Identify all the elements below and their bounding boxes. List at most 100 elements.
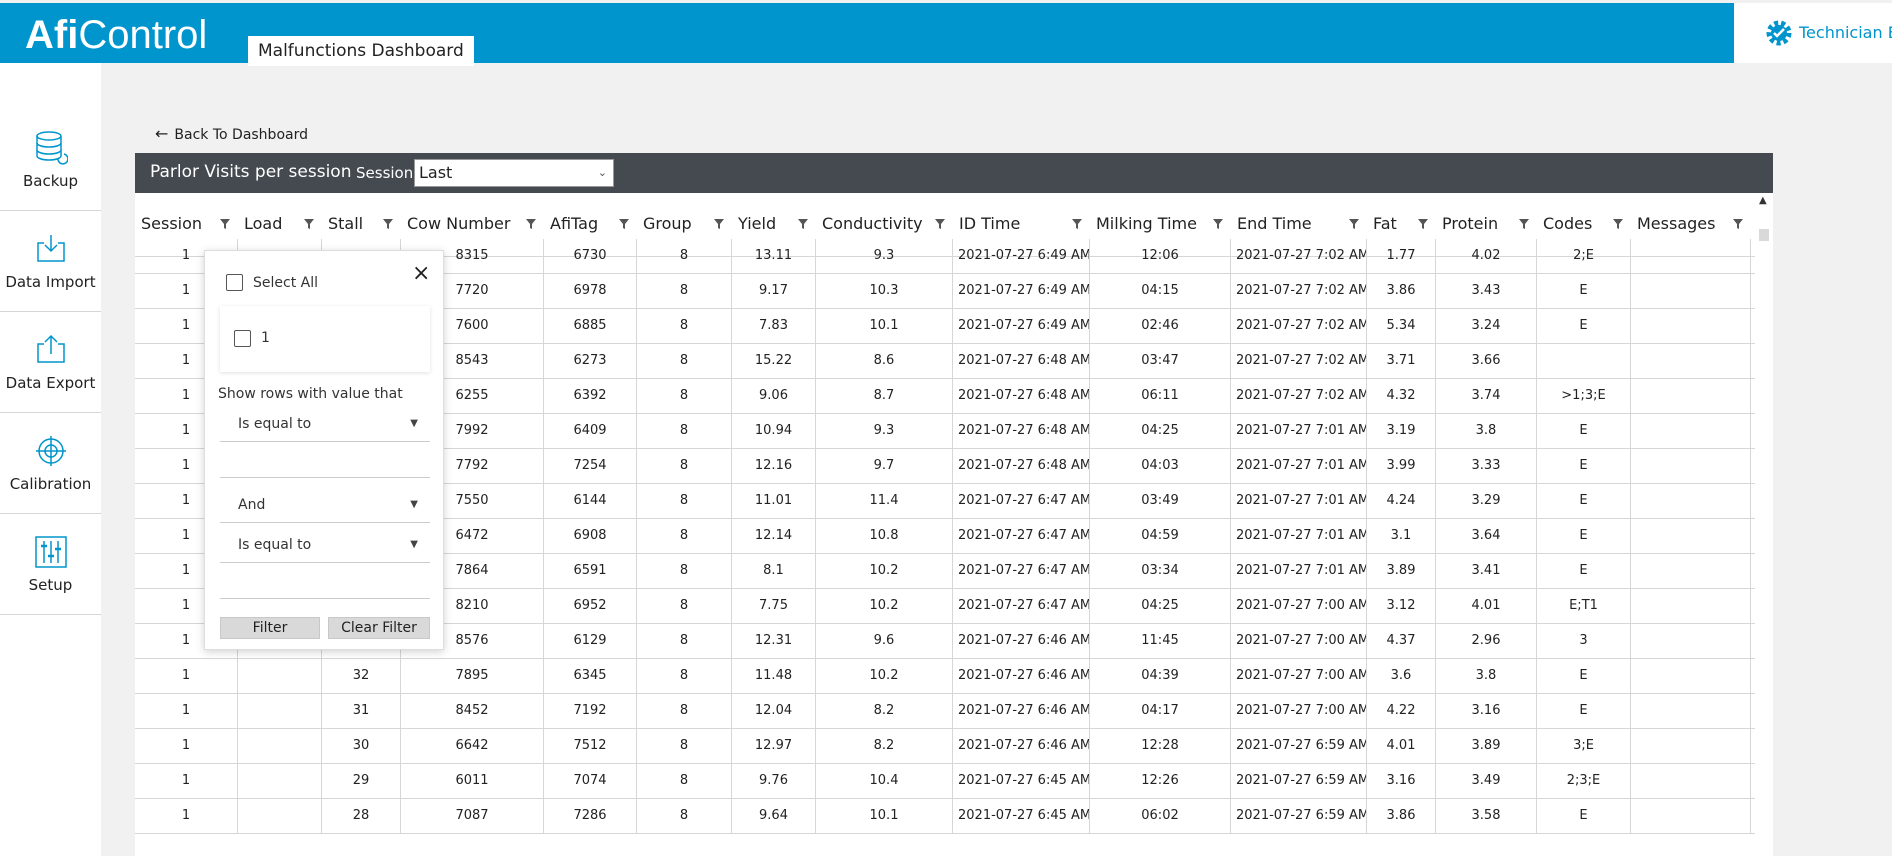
sidebar-item-data-import[interactable]: Data Import: [0, 211, 101, 312]
filter-button[interactable]: Filter: [220, 617, 320, 639]
table-cell: 2021-07-27 7:01 AM: [1231, 449, 1367, 484]
back-to-dashboard-link[interactable]: ← Back To Dashboard: [155, 124, 308, 143]
table-row[interactable]: 1 29 6011 7074 8 9.76 10.4 2021-07-27 6:45 AM 12…: [135, 764, 1755, 799]
table-row[interactable]: 1 32 7895 6345 8 11.48 10.2 2021-07-27 6:46 AM 0…: [135, 659, 1755, 694]
panel-title: Parlor Visits per session: [150, 162, 352, 182]
table-cell: [1537, 344, 1631, 379]
table-cell: 3.33: [1436, 449, 1537, 484]
table-cell: 1: [135, 764, 238, 799]
filter-icon[interactable]: [798, 219, 808, 229]
caret-down-icon: ▼: [410, 539, 418, 550]
session-value: Last: [419, 163, 453, 182]
sidebar-item-backup[interactable]: Backup: [0, 110, 101, 211]
select-all-checkbox[interactable]: [226, 274, 243, 291]
filter-icon[interactable]: [383, 219, 393, 229]
sidebar-item-calibration[interactable]: Calibration: [0, 413, 101, 514]
filter-icon[interactable]: [1349, 219, 1359, 229]
column-header-label: Yield: [738, 214, 777, 233]
table-cell: 3.89: [1367, 554, 1436, 589]
table-cell: 2021-07-27 6:59 AM: [1231, 729, 1367, 764]
table-cell: 12.97: [732, 729, 816, 764]
filter-icon[interactable]: [714, 219, 724, 229]
operator-select-1[interactable]: Is equal to ▼: [220, 407, 430, 442]
table-cell: 3.43: [1436, 274, 1537, 309]
sidebar: Backup Data Import Data Export Calibrati…: [0, 63, 101, 856]
table-cell: 6345: [544, 659, 637, 694]
table-row[interactable]: 1 28 7087 7286 8 9.64 10.1 2021-07-27 6:45 AM 06…: [135, 799, 1755, 834]
tab-malfunctions-dashboard[interactable]: Malfunctions Dashboard: [248, 36, 474, 66]
table-cell: 12:06: [1090, 239, 1231, 274]
table-cell: 2021-07-27 6:49 AM: [953, 274, 1090, 309]
table-cell: E: [1537, 799, 1631, 834]
logic-select[interactable]: And ▼: [220, 488, 430, 523]
table-cell: [1631, 239, 1751, 274]
export-icon: [37, 334, 65, 363]
filter-icon[interactable]: [1519, 219, 1529, 229]
table-cell: 13.11: [732, 239, 816, 274]
filter-icon[interactable]: [619, 219, 629, 229]
table-cell: 8: [637, 414, 732, 449]
filter-value-input-1[interactable]: [220, 448, 430, 478]
table-cell: 04:03: [1090, 449, 1231, 484]
filter-icon[interactable]: [526, 219, 536, 229]
table-cell: 2021-07-27 6:48 AM: [953, 379, 1090, 414]
filter-value-input-2[interactable]: [220, 569, 430, 599]
table-cell: 3.24: [1436, 309, 1537, 344]
table-cell: [238, 799, 322, 834]
table-cell: 10.4: [816, 764, 953, 799]
table-cell: 2;E: [1537, 239, 1631, 274]
table-cell: 11.4: [816, 484, 953, 519]
scroll-thumb[interactable]: [1759, 229, 1769, 241]
table-cell: 31: [322, 694, 401, 729]
sidebar-item-data-export[interactable]: Data Export: [0, 312, 101, 413]
table-cell: 04:25: [1090, 589, 1231, 624]
table-cell: 3.12: [1367, 589, 1436, 624]
table-cell: 7087: [401, 799, 544, 834]
table-cell: 3.6: [1367, 659, 1436, 694]
table-cell: 1.77: [1367, 239, 1436, 274]
filter-popup: Select All × 1 Show rows with value that…: [204, 250, 444, 650]
import-icon: [37, 235, 65, 262]
sidebar-item-setup[interactable]: Setup: [0, 514, 101, 615]
value-list: 1: [220, 306, 430, 372]
table-cell: 2;3;E: [1537, 764, 1631, 799]
table-cell: 4.24: [1367, 484, 1436, 519]
filter-icon[interactable]: [1418, 219, 1428, 229]
filter-icon[interactable]: [1213, 219, 1223, 229]
value-checkbox[interactable]: [234, 330, 251, 347]
table-cell: [1631, 414, 1751, 449]
database-icon: [36, 131, 68, 165]
column-header-label: Stall: [328, 214, 364, 233]
user-menu[interactable]: Technician En: [1734, 3, 1892, 63]
table-cell: 06:02: [1090, 799, 1231, 834]
clear-filter-button[interactable]: Clear Filter: [328, 617, 430, 639]
table-cell: >1;3;E: [1537, 379, 1631, 414]
user-label[interactable]: Technician En: [1799, 23, 1892, 42]
session-select[interactable]: Last ⌄: [414, 159, 614, 187]
table-cell: [1631, 274, 1751, 309]
table-cell: 6392: [544, 379, 637, 414]
table-row[interactable]: 1 31 8452 7192 8 12.04 8.2 2021-07-27 6:46 AM 04…: [135, 694, 1755, 729]
close-icon[interactable]: ×: [412, 261, 430, 286]
table-cell: 8: [637, 309, 732, 344]
table-cell: 9.17: [732, 274, 816, 309]
table-cell: 8: [637, 449, 732, 484]
table-cell: 11:45: [1090, 624, 1231, 659]
table-cell: 8.1: [732, 554, 816, 589]
vertical-scrollbar[interactable]: ▲: [1755, 193, 1773, 856]
filter-icon[interactable]: [304, 219, 314, 229]
filter-icon[interactable]: [1613, 219, 1623, 229]
filter-icon[interactable]: [935, 219, 945, 229]
operator-select-2[interactable]: Is equal to ▼: [220, 528, 430, 563]
table-cell: 3.16: [1436, 694, 1537, 729]
table-cell: 12:26: [1090, 764, 1231, 799]
scroll-up-icon[interactable]: ▲: [1759, 195, 1767, 206]
filter-icon[interactable]: [1733, 219, 1743, 229]
column-header-label: Codes: [1543, 214, 1593, 233]
table-cell: 8: [637, 554, 732, 589]
table-cell: 9.7: [816, 449, 953, 484]
filter-icon[interactable]: [220, 219, 230, 229]
table-cell: 6978: [544, 274, 637, 309]
table-row[interactable]: 1 30 6642 7512 8 12.97 8.2 2021-07-27 6:46 AM 12…: [135, 729, 1755, 764]
filter-icon[interactable]: [1072, 219, 1082, 229]
